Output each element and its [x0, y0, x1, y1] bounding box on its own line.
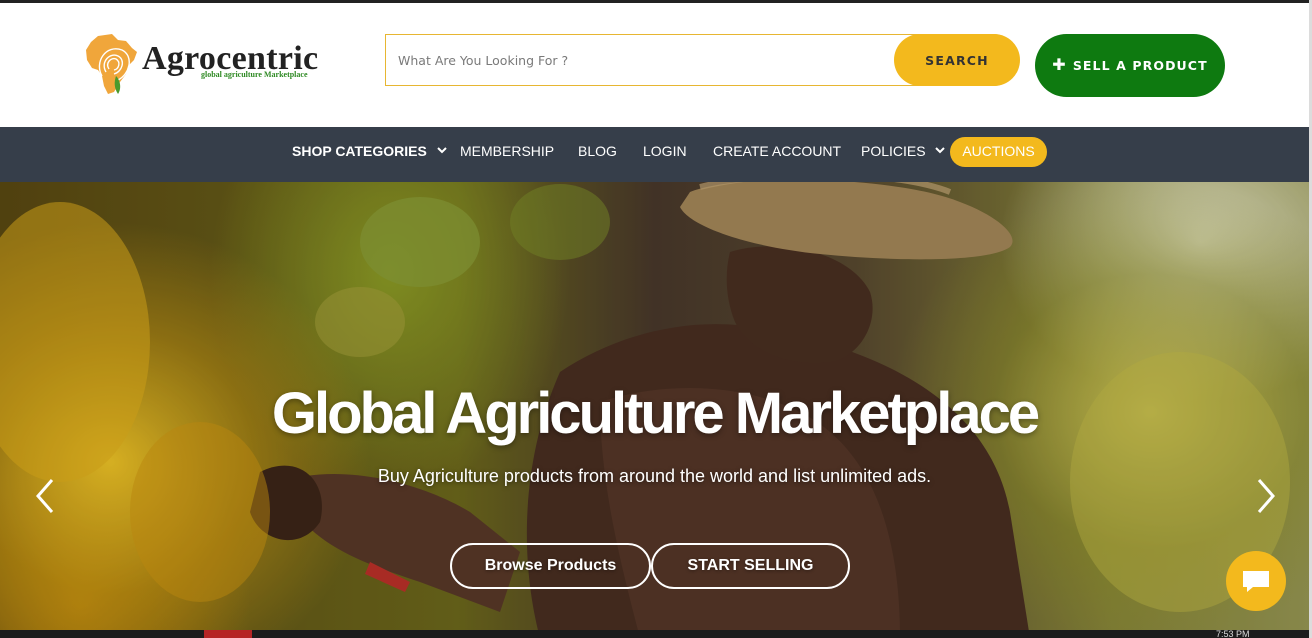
nav-label: POLICIES	[861, 143, 926, 159]
hero-banner: Global Agriculture Marketplace Buy Agric…	[0, 182, 1309, 638]
nav-label: LOGIN	[643, 143, 687, 159]
nav-label: BLOG	[578, 143, 617, 159]
chevron-left-icon[interactable]	[34, 478, 56, 514]
search-input[interactable]	[387, 36, 887, 84]
taskbar-strip	[0, 630, 1309, 638]
sell-product-button[interactable]: ✚ SELL A PRODUCT	[1035, 34, 1225, 97]
nav-auctions[interactable]: AUCTIONS	[950, 137, 1047, 167]
logo[interactable]: Agrocentric global agriculture Marketpla…	[84, 32, 324, 98]
nav-blog[interactable]: BLOG	[578, 127, 617, 182]
hero-subtitle: Buy Agriculture products from around the…	[377, 466, 932, 486]
site-header: Agrocentric global agriculture Marketpla…	[0, 3, 1309, 127]
taskbar-clock: 7:53 PM	[1216, 629, 1250, 638]
nav-membership[interactable]: MEMBERSHIP	[460, 127, 554, 182]
search-button[interactable]: SEARCH	[894, 34, 1020, 86]
nav-label: SHOP CATEGORIES	[292, 143, 427, 159]
search-bar: SEARCH	[385, 34, 1020, 86]
nav-login[interactable]: LOGIN	[643, 127, 687, 182]
sell-product-label: SELL A PRODUCT	[1072, 58, 1208, 73]
chat-bubble-icon	[1243, 571, 1269, 592]
nav-policies[interactable]: POLICIES	[861, 127, 946, 182]
start-selling-button[interactable]: START SELLING	[651, 543, 850, 589]
nav-label: MEMBERSHIP	[460, 143, 555, 159]
chevron-down-icon	[935, 147, 946, 154]
main-nav: SHOP CATEGORIES MEMBERSHIP BLOG LOGIN CR…	[0, 127, 1309, 182]
nav-label: CREATE ACCOUNT	[713, 143, 842, 159]
chat-widget-button[interactable]	[1226, 551, 1286, 611]
chevron-down-icon	[437, 147, 447, 154]
nav-shop-categories[interactable]: SHOP CATEGORIES	[292, 127, 447, 182]
browse-products-button[interactable]: Browse Products	[450, 543, 651, 589]
africa-map-icon	[86, 34, 137, 94]
chevron-right-icon[interactable]	[1255, 478, 1277, 514]
hero-title: Global Agriculture Marketplace	[271, 381, 1040, 446]
plus-icon: ✚	[1052, 54, 1067, 74]
brand-tagline: global agriculture Marketplace	[201, 70, 308, 79]
nav-create-account[interactable]: CREATE ACCOUNT	[713, 127, 841, 182]
taskbar-active-item[interactable]	[204, 630, 252, 638]
